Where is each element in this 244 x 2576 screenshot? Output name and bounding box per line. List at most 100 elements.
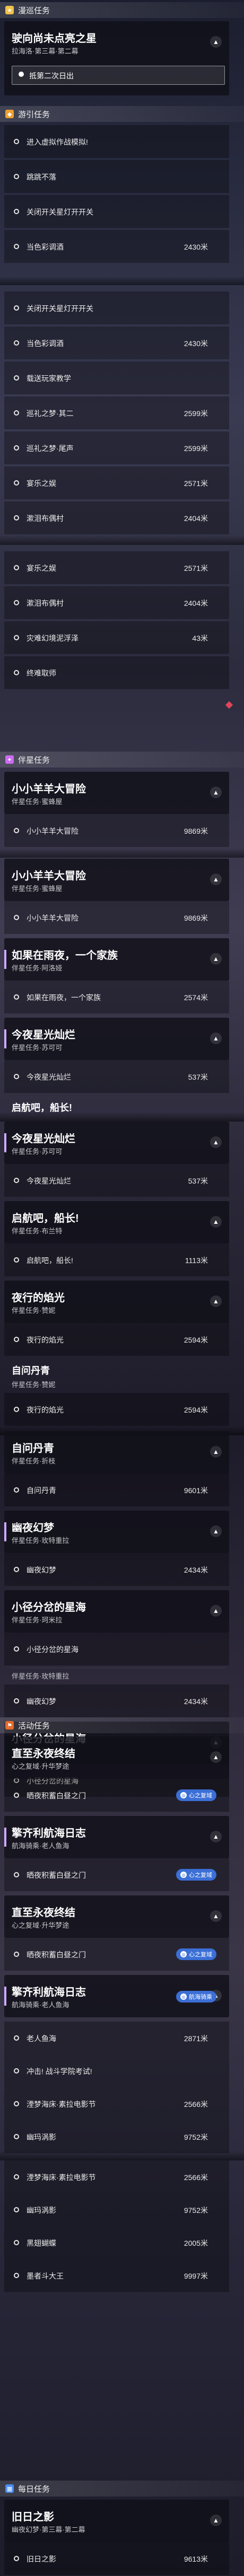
quest-step-row[interactable]: 夜行的焰光 2594米 — [4, 1393, 229, 1426]
quest-step-row[interactable]: 黑翅蝴蝶 2005米 — [4, 2226, 229, 2259]
quest-subtitle: 伴星任务·布兰特 — [12, 1227, 63, 1235]
heart-domain-icon: ◎ — [180, 1872, 187, 1878]
quest-card-event[interactable]: 擎齐利航海日志航海骑乘·老人鱼海 ▲ — [4, 1816, 229, 1858]
quest-card-event[interactable]: 直至永夜终结 心之复域·升华梦途 ▲ — [4, 1736, 229, 1779]
quest-step-row[interactable]: 小径分岔的星海 — [4, 1633, 229, 1665]
quest-step-row[interactable]: 墨者斗大王 9997米 — [4, 2259, 229, 2292]
event-badge[interactable]: ◎ 心之复域 — [176, 1789, 216, 1801]
active-accent-bar — [4, 1029, 6, 1048]
step-dot-icon — [14, 1698, 19, 1704]
quest-card-companion[interactable]: 今夜星光灿烂 伴星任务·苏可可 ▲ — [4, 1018, 229, 1060]
step-dot-icon — [14, 244, 19, 249]
quest-step-row[interactable]: 旧日之影 9613米 — [4, 2542, 229, 2575]
chevron-up-icon[interactable]: ▲ — [210, 874, 222, 885]
chevron-up-icon[interactable]: ▲ — [210, 1605, 222, 1617]
event-badge[interactable]: ◎ 心之复域 — [176, 1948, 216, 1960]
quest-step-row[interactable]: 终难取师 — [4, 656, 229, 689]
chevron-up-icon[interactable]: ▲ — [210, 787, 222, 798]
quest-step-row[interactable]: 幽夜幻梦 2434米 — [4, 1553, 229, 1586]
quest-step-row[interactable]: 小小羊羊大冒险 9869米 — [4, 814, 229, 847]
quest-step-row[interactable]: 小小羊羊大冒险 9869米 — [4, 901, 229, 934]
quest-card-daily[interactable]: 旧日之影 幽夜幻梦·第三幕·第二幕 ▲ — [4, 2500, 229, 2542]
step-distance: 2434米 — [184, 1566, 208, 1574]
quest-card-companion[interactable]: 小小羊羊大冒险 伴星任务·蜜蜂屋 ▲ — [4, 772, 229, 814]
quest-subtitle: 航海骑乘·老人鱼海 — [12, 2001, 69, 2009]
quest-card-companion[interactable]: 启航吧，船长! 伴星任务·布兰特 ▲ — [4, 1201, 229, 1243]
chevron-up-icon[interactable]: ▲ — [210, 1751, 222, 1763]
quest-step-row[interactable]: 巡礼之梦·尾声 2599米 — [4, 431, 229, 464]
quest-card-main[interactable]: 驶向尚未点亮之星 拉海洛·第三幕·第二幕 ▲ 抵第二次日出 — [4, 21, 229, 95]
quest-card-event[interactable]: 直至永夜终结 心之复域·升华梦途 ▲ — [4, 1895, 229, 1938]
chevron-up-icon[interactable]: ▲ — [210, 1216, 222, 1228]
quest-step-row[interactable]: 今夜星光灿烂 537米 — [4, 1060, 229, 1093]
chevron-up-icon[interactable]: ▲ — [210, 1033, 222, 1044]
quest-step-row[interactable]: 如果在雨夜，一个家族 2574米 — [4, 981, 229, 1013]
quest-step-row[interactable]: 进入虚拟作战模拟! — [4, 125, 229, 158]
quest-step-row[interactable]: 载送玩家教学 — [4, 361, 229, 394]
step-distance: 2594米 — [184, 1406, 208, 1414]
quest-card-companion[interactable]: 夜行的焰光 伴星任务·赞妮 ▲ — [4, 1281, 229, 1323]
step-dot-icon — [14, 600, 19, 605]
chevron-up-icon[interactable]: ▲ — [210, 1525, 222, 1537]
chevron-up-icon[interactable]: ▲ — [210, 36, 222, 48]
badge-label: 心之复域 — [189, 1952, 212, 1958]
quest-step-row[interactable]: 跳跳不落 — [4, 160, 229, 193]
step-distance: 9869米 — [184, 914, 208, 922]
step-distance: 9997米 — [184, 2272, 208, 2280]
step-distance: 2430米 — [184, 339, 208, 348]
chevron-up-icon[interactable]: ▲ — [210, 1831, 222, 1842]
quest-subtitle: 心之复域·升华梦途 — [12, 1921, 69, 1929]
quest-step-row[interactable]: 幽玛涡影 9752米 — [4, 2120, 229, 2153]
chevron-up-icon[interactable]: ▲ — [210, 1295, 222, 1307]
quest-step-row[interactable]: 夜行的焰光 2594米 — [4, 1323, 229, 1356]
quest-subtitle: 航海骑乘·老人鱼海 — [12, 1842, 69, 1850]
chevron-up-icon[interactable]: ▲ — [210, 1136, 222, 1148]
quest-card-companion[interactable]: 幽夜幻梦 伴星任务·玫特重拉 ▲ — [4, 1511, 229, 1553]
quest-step-row[interactable]: 巡礼之梦·其二 2599米 — [4, 396, 229, 429]
quest-step-row[interactable]: 启航吧，船长! 1113米 — [4, 1243, 229, 1276]
quest-step-row[interactable]: 湮梦海床·素拉电影节 2566米 — [4, 2160, 229, 2193]
quest-step-row[interactable]: 宴乐之娱 2571米 — [4, 466, 229, 499]
quest-title: 小径分岔的星海 — [12, 1602, 86, 1613]
quest-step-row[interactable]: 幽夜幻梦 2434米 — [4, 1684, 229, 1717]
quest-step-row[interactable]: 当色彩调酒 2430米 — [4, 230, 229, 263]
quest-step-row[interactable]: 老人鱼海 2871米 — [4, 2022, 229, 2054]
screenshot-seam — [0, 848, 244, 858]
quest-step-row[interactable]: 今夜星光灿烂 537米 — [4, 1164, 229, 1197]
quest-card-companion[interactable]: 小径分岔的星海伴星任务·珂米拉 ▲ — [4, 1590, 229, 1633]
quest-card-companion[interactable]: 自问丹青 伴星任务·折枝 ▲ — [4, 1431, 229, 1474]
step-dot-icon — [14, 174, 19, 179]
chevron-up-icon[interactable]: ▲ — [210, 953, 222, 965]
event-badge[interactable]: ◎ 航海骑乘 — [176, 1991, 216, 2002]
chevron-up-icon[interactable]: ▲ — [210, 2515, 222, 2526]
quest-title: 擎齐利航海日志 — [12, 1987, 86, 1998]
quest-step-row[interactable]: 自问丹青 9601米 — [4, 1474, 229, 1506]
quest-step-row[interactable]: 关闭开关星灯开开关 — [4, 292, 229, 324]
quest-card-companion[interactable]: 小小羊羊大冒险 伴星任务·蜜蜂屋 ▲ — [4, 859, 229, 901]
quest-step-row[interactable]: 关闭开关星灯开开关 — [4, 195, 229, 228]
step-distance: 2404米 — [184, 514, 208, 523]
step-label: 墨者斗大王 — [27, 2272, 64, 2280]
quest-step-row[interactable]: 漱泪布偶村 2404米 — [4, 501, 229, 534]
quest-step-row[interactable]: 冲击! 战斗学院考试! — [4, 2054, 229, 2087]
quest-step-row[interactable]: 宴乐之娱 2571米 — [4, 551, 229, 584]
quest-step-row[interactable]: 幽玛涡影 9752米 — [4, 2193, 229, 2226]
quest-card-companion[interactable]: 如果在雨夜，一个家族 伴星任务·阿洛娅 ▲ — [4, 938, 229, 981]
section-header-event: ⚑ 活动任务 — [0, 1717, 244, 1733]
step-label: 宴乐之娱 — [27, 479, 56, 488]
section-header-daily: ▦ 每日任务 — [0, 2481, 244, 2496]
quest-step-row[interactable]: 湮梦海床·素拉电影节 2566米 — [4, 2087, 229, 2120]
step-dot-icon — [14, 1257, 19, 1263]
step-dot-icon — [14, 565, 19, 570]
event-badge[interactable]: ◎ 心之复域 — [176, 1869, 216, 1881]
chevron-up-icon[interactable]: ▲ — [210, 1446, 222, 1458]
quest-step-row[interactable]: 漱泪布偶村 2404米 — [4, 586, 229, 619]
quest-step-selected[interactable]: 抵第二次日出 — [12, 66, 225, 85]
flag-icon: ⚑ — [5, 1721, 14, 1730]
quest-step-row[interactable]: 当色彩调酒 2430米 — [4, 327, 229, 359]
step-label: 启航吧，船长! — [27, 1256, 73, 1265]
quest-card-companion[interactable]: 今夜星光灿烂 伴星任务·苏可可 ▲ — [4, 1122, 229, 1164]
quest-title: 启航吧，船长! — [12, 1213, 79, 1224]
quest-step-row[interactable]: 灾难幻境泥浮泽 43米 — [4, 621, 229, 654]
chevron-up-icon[interactable]: ▲ — [210, 1910, 222, 1922]
